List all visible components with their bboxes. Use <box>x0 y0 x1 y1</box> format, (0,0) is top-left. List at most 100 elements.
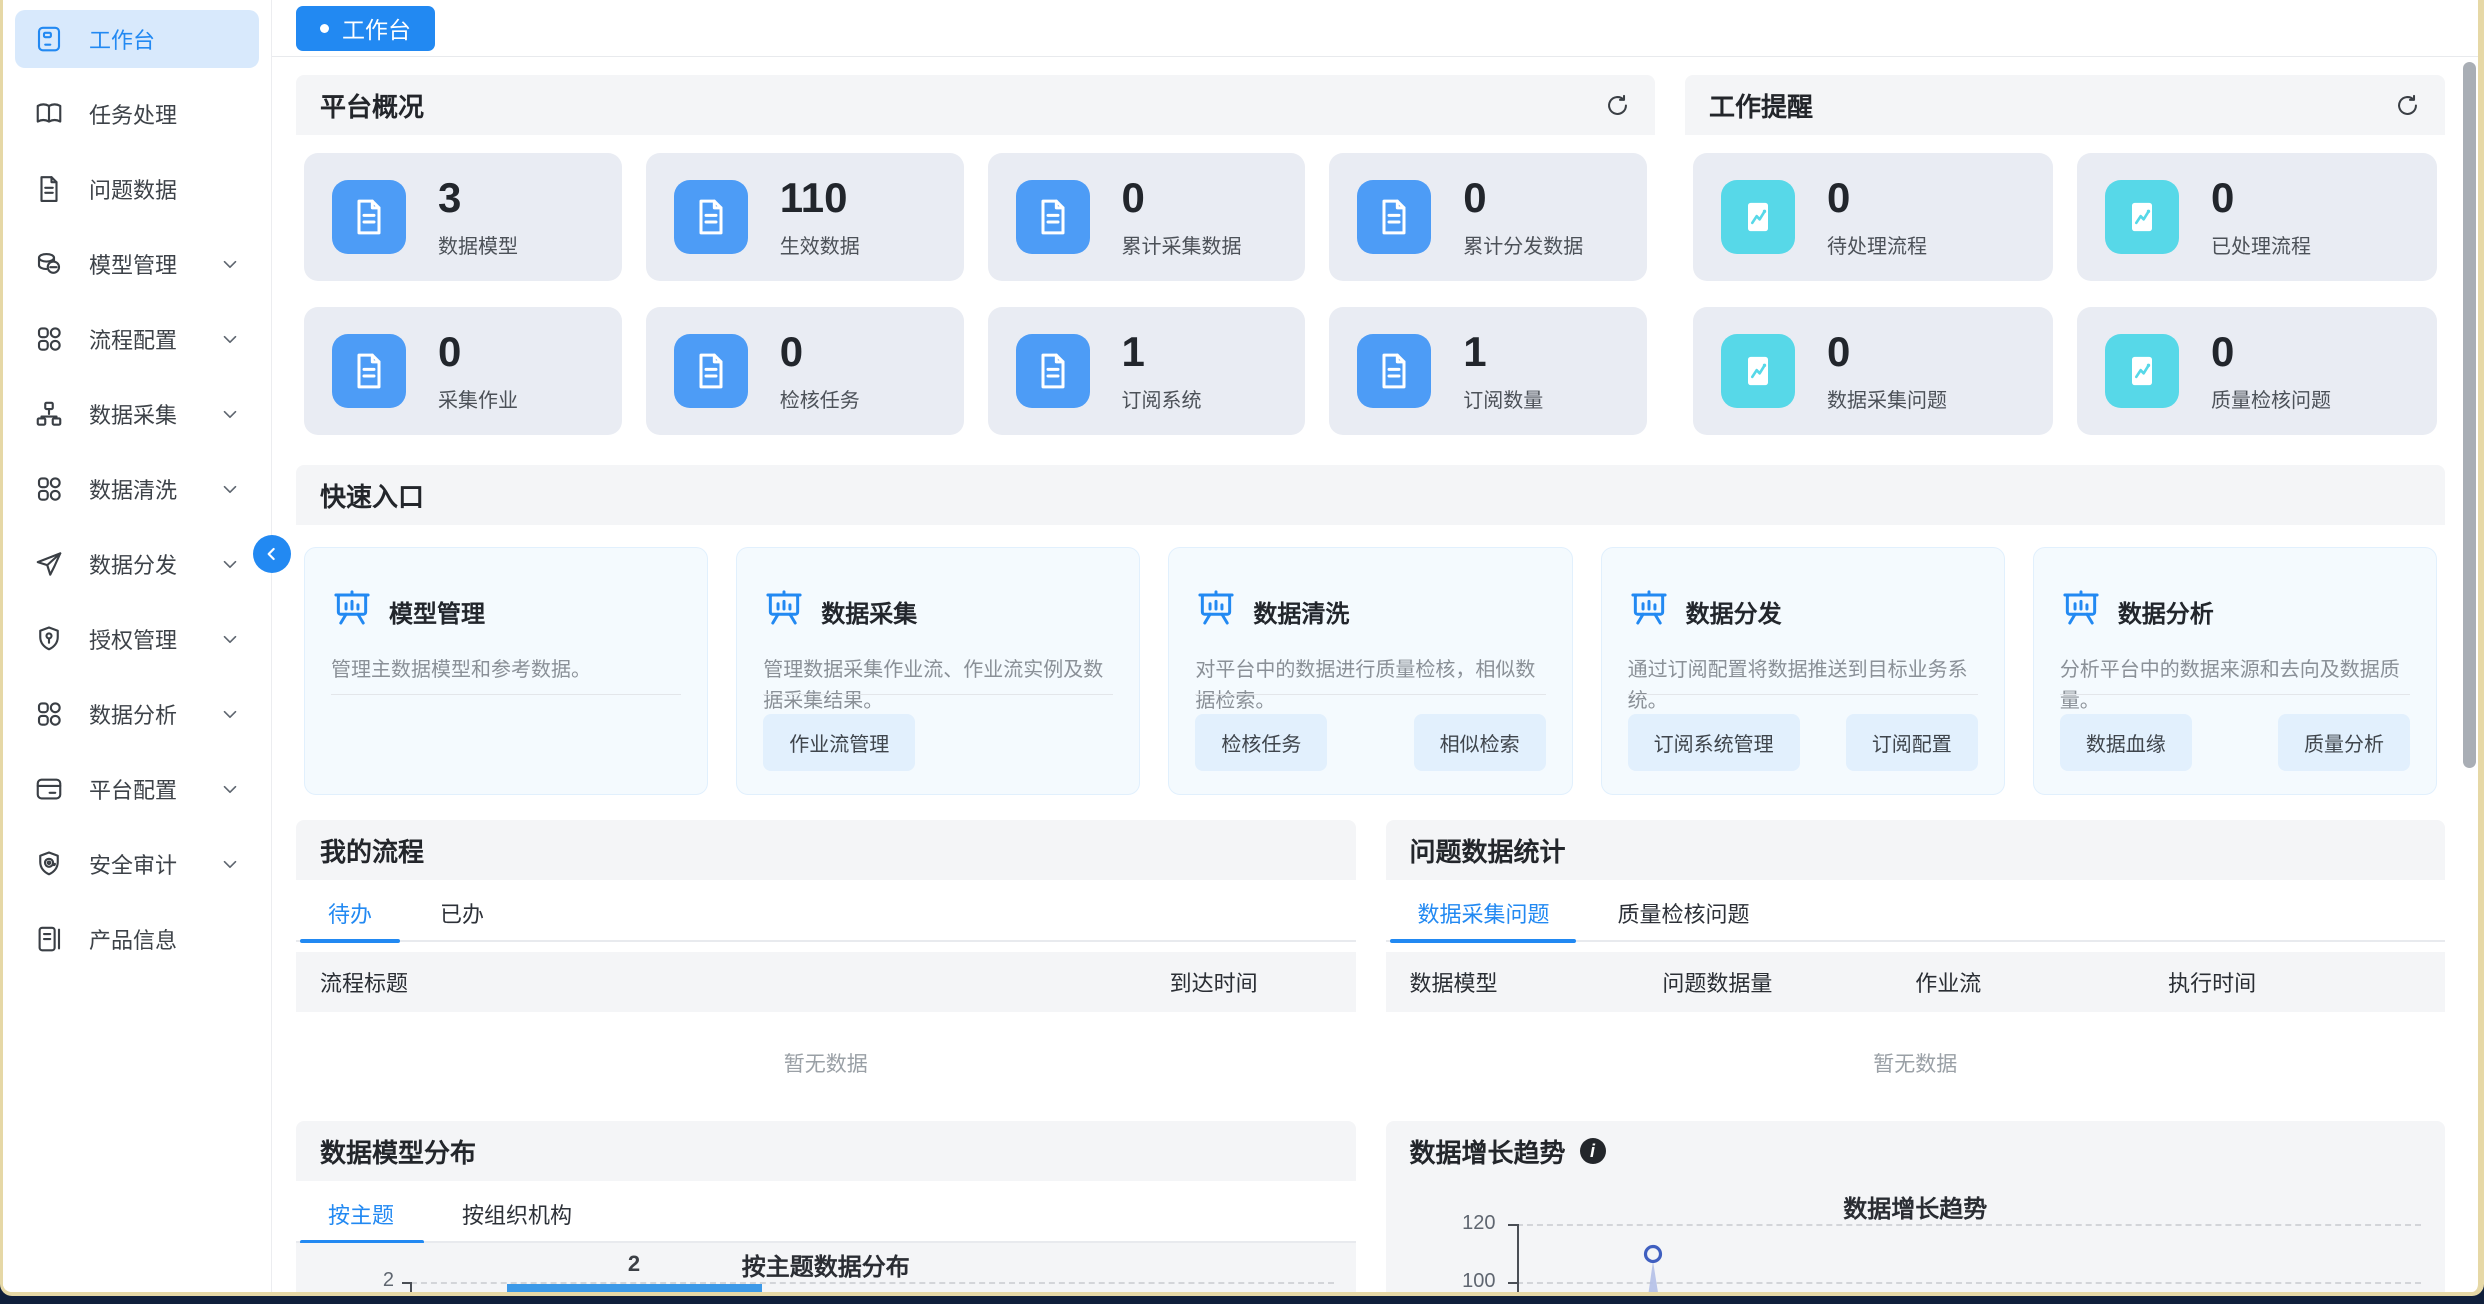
stat-label: 订阅系统 <box>1122 384 1202 413</box>
distribution-tabs: 按主题 按组织机构 <box>296 1191 1356 1237</box>
sidebar-item-model-mgmt[interactable]: 模型管理 <box>15 235 259 293</box>
send-icon <box>33 548 65 580</box>
tab-by-theme[interactable]: 按主题 <box>300 1198 422 1230</box>
stat-card-collected-data: 0累计采集数据 <box>988 153 1306 281</box>
flows-table-header: 流程标题 到达时间 <box>296 952 1356 1012</box>
model-distribution-panel: 数据模型分布 按主题 按组织机构 按主题数据分布 2 2 <box>296 1121 1356 1292</box>
stat-label: 待处理流程 <box>1827 230 1927 259</box>
grid-icon <box>33 698 65 730</box>
panel-header: 快速入口 <box>296 465 2445 525</box>
tab-todo[interactable]: 待办 <box>300 897 400 929</box>
sidebar-item-auth-mgmt[interactable]: 授权管理 <box>15 610 259 668</box>
vertical-scrollbar[interactable] <box>2463 62 2476 768</box>
tab-done[interactable]: 已办 <box>412 897 512 929</box>
main-area: 工作台 平台概况 3数 <box>272 0 2478 1292</box>
stat-label: 已处理流程 <box>2211 230 2311 259</box>
sidebar-item-process-config[interactable]: 流程配置 <box>15 310 259 368</box>
product-doc-icon <box>33 923 65 955</box>
column-header: 执行时间 <box>2168 966 2421 998</box>
stat-value: 0 <box>1827 329 1947 375</box>
tab-track <box>1386 940 2446 942</box>
sidebar-item-label: 问题数据 <box>89 173 177 205</box>
panel-header: 数据增长趋势 i <box>1386 1121 2446 1181</box>
sidebar-item-data-cleaning[interactable]: 数据清洗 <box>15 460 259 518</box>
y-tick-label: 2 <box>296 1269 394 1292</box>
subscribe-config-button[interactable]: 订阅配置 <box>1846 714 1978 771</box>
document-icon <box>33 173 65 205</box>
sidebar-collapse-button[interactable] <box>253 535 291 573</box>
sidebar-item-data-collection[interactable]: 数据采集 <box>15 385 259 443</box>
sidebar-item-label: 流程配置 <box>89 323 177 355</box>
document-icon <box>1357 334 1431 408</box>
check-task-button[interactable]: 检核任务 <box>1195 714 1327 771</box>
refresh-icon <box>1604 92 1631 119</box>
flows-tabs: 待办 已办 <box>296 890 1356 936</box>
workflow-mgmt-button[interactable]: 作业流管理 <box>763 714 915 771</box>
tab-collection-issues[interactable]: 数据采集问题 <box>1390 897 1578 929</box>
stat-card-subscribe-systems: 1订阅系统 <box>988 307 1306 435</box>
quick-card-data-distribution[interactable]: 数据分发 通过订阅配置将数据推送到目标业务系统。 订阅系统管理 订阅配置 <box>1601 547 2005 795</box>
panel-title: 快速入口 <box>320 477 424 514</box>
document-icon <box>674 180 748 254</box>
stat-label: 采集作业 <box>438 384 518 413</box>
refresh-button[interactable] <box>2394 92 2421 119</box>
active-tab-indicator <box>300 939 400 943</box>
document-icon <box>332 334 406 408</box>
document-icon <box>332 180 406 254</box>
sidebar-item-platform-config[interactable]: 平台配置 <box>15 760 259 818</box>
sidebar-item-security-audit[interactable]: 安全审计 <box>15 835 259 893</box>
similar-search-button[interactable]: 相似检索 <box>1414 714 1546 771</box>
sidebar-item-label: 工作台 <box>89 23 155 55</box>
panel-header: 工作提醒 <box>1685 75 2445 135</box>
chevron-down-icon <box>219 703 241 725</box>
my-flows-panel: 我的流程 待办 已办 流程标题 到达时间 暂无数据 <box>296 820 1356 1106</box>
refresh-icon <box>2394 92 2421 119</box>
grid-icon <box>33 323 65 355</box>
stat-value: 0 <box>780 329 860 375</box>
stat-value: 110 <box>780 175 860 221</box>
subscribe-system-mgmt-button[interactable]: 订阅系统管理 <box>1628 714 1800 771</box>
quick-card-title: 数据采集 <box>821 594 917 629</box>
panel-header: 平台概况 <box>296 75 1655 135</box>
chevron-down-icon <box>219 403 241 425</box>
sidebar-item-issue-data[interactable]: 问题数据 <box>15 160 259 218</box>
refresh-button[interactable] <box>1604 92 1631 119</box>
sidebar-item-product-info[interactable]: 产品信息 <box>15 910 259 968</box>
quick-card-data-analysis[interactable]: 数据分析 分析平台中的数据来源和去向及数据质量。 数据血缘 质量分析 <box>2033 547 2437 795</box>
sidebar-item-data-distribution[interactable]: 数据分发 <box>15 535 259 593</box>
tab-workbench[interactable]: 工作台 <box>296 6 435 51</box>
app-window: 工作台 任务处理 问题数据 模型管理 流程配置 <box>0 0 2484 1296</box>
info-icon[interactable]: i <box>1580 1138 1606 1164</box>
tab-by-org[interactable]: 按组织机构 <box>434 1198 600 1230</box>
quick-card-data-cleaning[interactable]: 数据清洗 对平台中的数据进行质量检核，相似数据检索。 检核任务 相似检索 <box>1168 547 1572 795</box>
stat-value: 0 <box>2211 175 2311 221</box>
content: 平台概况 3数据模型 11 <box>272 57 2478 1292</box>
document-icon <box>1016 334 1090 408</box>
chevron-down-icon <box>219 478 241 500</box>
stat-card-collection-jobs: 0采集作业 <box>304 307 622 435</box>
trend-report-icon <box>2105 334 2179 408</box>
sidebar-item-label: 平台配置 <box>89 773 177 805</box>
sidebar-item-task-handling[interactable]: 任务处理 <box>15 85 259 143</box>
quick-card-title: 数据分析 <box>2118 594 2214 629</box>
sidebar-item-data-analysis[interactable]: 数据分析 <box>15 685 259 743</box>
tab-quality-issues[interactable]: 质量检核问题 <box>1590 897 1778 929</box>
quality-analysis-button[interactable]: 质量分析 <box>2278 714 2410 771</box>
panel-title: 数据增长趋势 <box>1410 1133 1566 1170</box>
theme-distribution-chart: 按主题数据分布 2 2 <box>296 1243 1356 1292</box>
issue-tabs: 数据采集问题 质量检核问题 <box>1386 890 2446 936</box>
presentation-board-icon <box>331 588 373 635</box>
presentation-board-icon <box>763 588 805 635</box>
quick-card-model-mgmt[interactable]: 模型管理 管理主数据模型和参考数据。 <box>304 547 708 795</box>
panel-header: 问题数据统计 <box>1386 820 2446 880</box>
quick-card-data-collection[interactable]: 数据采集 管理数据采集作业流、作业流实例及数据采集结果。 作业流管理 <box>736 547 1140 795</box>
data-lineage-button[interactable]: 数据血缘 <box>2060 714 2192 771</box>
column-header: 问题数据量 <box>1662 966 1915 998</box>
trend-report-icon <box>2105 180 2179 254</box>
stat-card-data-models: 3数据模型 <box>304 153 622 281</box>
stat-value: 1 <box>1463 329 1543 375</box>
sidebar-item-workbench[interactable]: 工作台 <box>15 10 259 68</box>
divider <box>1195 694 1545 695</box>
sidebar-item-label: 数据清洗 <box>89 473 177 505</box>
stat-card-check-tasks: 0检核任务 <box>646 307 964 435</box>
